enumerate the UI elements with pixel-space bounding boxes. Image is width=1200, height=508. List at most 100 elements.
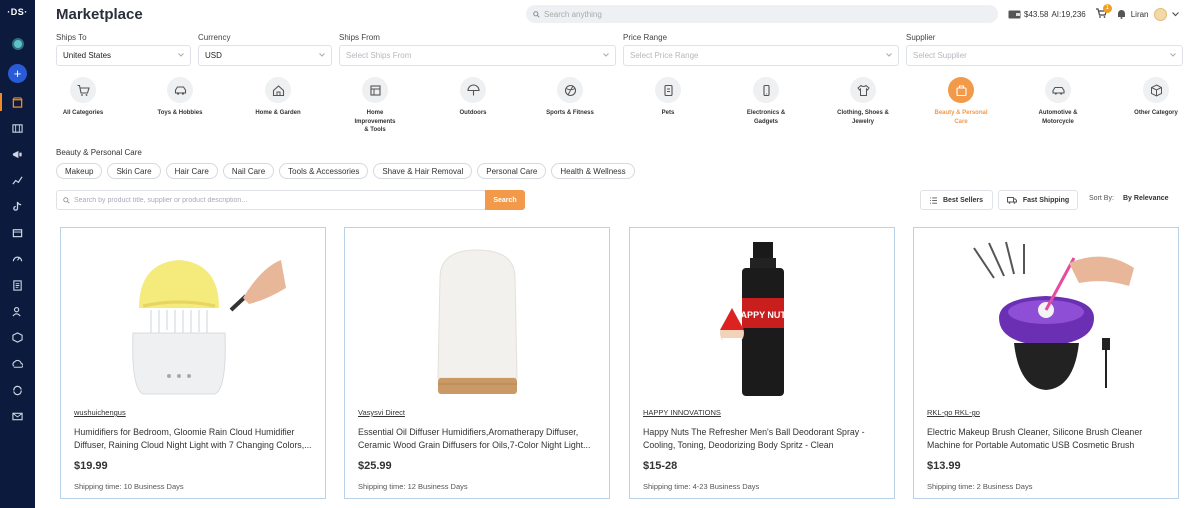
global-search-input[interactable] [544, 9, 944, 19]
chip-tools-accessories[interactable]: Tools & Accessories [279, 163, 369, 179]
svg-text:HAPPY NUTS: HAPPY NUTS [734, 310, 792, 320]
user-name: Liran [1130, 9, 1149, 19]
orders-icon[interactable] [9, 277, 26, 294]
fast-shipping-label: Fast Shipping [1022, 196, 1070, 204]
product-image[interactable]: HAPPY NUTS [650, 238, 875, 400]
balance: $43.58 [1024, 9, 1049, 19]
pet-icon [655, 77, 681, 103]
currency-select[interactable]: USD [198, 45, 332, 66]
category-pets[interactable]: Pets [631, 77, 705, 118]
category-outdoors[interactable]: Outdoors [436, 77, 510, 118]
workspace-icon[interactable] [9, 35, 26, 52]
chip-hair-care[interactable]: Hair Care [165, 163, 218, 179]
chip-health-wellness[interactable]: Health & Wellness [551, 163, 635, 179]
product-supplier[interactable]: wushuichengus [74, 408, 126, 417]
chip-personal-care[interactable]: Personal Care [477, 163, 547, 179]
chip-makeup[interactable]: Makeup [56, 163, 103, 179]
product-price: $13.99 [927, 460, 961, 472]
upload-icon[interactable] [9, 356, 26, 373]
product-search[interactable] [56, 190, 486, 210]
product-supplier[interactable]: RKL-go RKL-go [927, 408, 980, 417]
app-logo[interactable]: ·DS· [0, 7, 35, 17]
ships-from-select[interactable]: Select Ships From [339, 45, 616, 66]
supplier-select[interactable]: Select Supplier [906, 45, 1183, 66]
product-title[interactable]: Happy Nuts The Refresher Men's Ball Deod… [643, 426, 881, 451]
catalog-icon[interactable] [9, 120, 26, 137]
price-range-placeholder: Select Price Range [630, 51, 699, 60]
category-beauty[interactable]: Beauty & Personal Care [924, 77, 998, 126]
fast-shipping-button[interactable]: Fast Shipping [998, 190, 1078, 210]
wallet-icon [1008, 10, 1021, 19]
chevron-down-icon [1170, 53, 1176, 57]
category-other[interactable]: Other Category [1119, 77, 1193, 118]
analytics-icon[interactable] [9, 172, 26, 189]
user-icon[interactable] [9, 303, 26, 320]
category-home-improvements[interactable]: Home Improvements & Tools [338, 77, 412, 135]
product-image[interactable] [934, 238, 1159, 400]
shirt-icon [850, 77, 876, 103]
add-button[interactable]: + [8, 64, 27, 83]
subcategory-title: Beauty & Personal Care [56, 148, 142, 157]
chip-shave-hair-removal[interactable]: Shave & Hair Removal [373, 163, 473, 179]
store-icon[interactable] [9, 94, 26, 111]
product-image[interactable] [81, 238, 306, 400]
product-search-input[interactable] [74, 196, 474, 204]
box-icon[interactable] [9, 224, 26, 241]
sync-icon[interactable] [9, 382, 26, 399]
tools-icon [362, 77, 388, 103]
chevron-down-icon [319, 53, 325, 57]
chevron-down-icon [886, 53, 892, 57]
product-card[interactable]: wushuichengus Humidifiers for Bedroom, G… [60, 227, 326, 499]
best-sellers-label: Best Sellers [942, 196, 984, 204]
product-title[interactable]: Electric Makeup Brush Cleaner, Silicone … [927, 426, 1165, 451]
speed-icon[interactable] [9, 250, 26, 267]
chevron-down-icon[interactable] [1171, 11, 1179, 17]
house-icon [265, 77, 291, 103]
sort-select[interactable]: By Relevance [1123, 195, 1169, 202]
product-title[interactable]: Essential Oil Diffuser Humidifiers,Aroma… [358, 426, 596, 451]
user-menu[interactable]: Liran [1117, 7, 1179, 21]
global-search[interactable] [526, 5, 998, 23]
product-price: $25.99 [358, 460, 392, 472]
category-all[interactable]: All Categories [46, 77, 120, 118]
phone-icon [753, 77, 779, 103]
category-toys[interactable]: Toys & Hobbies [143, 77, 217, 118]
product-card[interactable]: RKL-go RKL-go Electric Makeup Brush Clea… [913, 227, 1179, 499]
mail-icon[interactable] [9, 408, 26, 425]
category-electronics[interactable]: Electronics & Gadgets [729, 77, 803, 126]
category-home-garden[interactable]: Home & Garden [241, 77, 315, 118]
category-label: Automotive & Motorcycle [1038, 110, 1078, 125]
category-clothing[interactable]: Clothing, Shoes & Jewelry [826, 77, 900, 126]
cart[interactable]: 1 [1095, 4, 1112, 20]
product-price: $15-28 [643, 460, 678, 472]
ships-to-value: United States [63, 51, 112, 60]
chip-nail-care[interactable]: Nail Care [222, 163, 275, 179]
product-supplier[interactable]: Vasysvi Direct [358, 408, 405, 417]
product-card[interactable]: Vasysvi Direct Essential Oil Diffuser Hu… [344, 227, 610, 499]
product-image[interactable] [365, 238, 590, 400]
package-icon[interactable] [9, 329, 26, 346]
product-title[interactable]: Humidifiers for Bedroom, Gloomie Rain Cl… [74, 426, 312, 451]
ships-from-label: Ships From [339, 33, 380, 42]
tiktok-icon[interactable] [9, 198, 26, 215]
product-card[interactable]: HAPPY NUTS HAPPY INNOVATIONS Happy Nuts … [629, 227, 895, 499]
category-automotive[interactable]: Automotive & Motorcycle [1021, 77, 1095, 126]
price-range-select[interactable]: Select Price Range [623, 45, 899, 66]
avatar[interactable] [1153, 7, 1167, 21]
product-supplier[interactable]: HAPPY INNOVATIONS [643, 408, 721, 417]
price-range-label: Price Range [623, 33, 668, 42]
ships-to-select[interactable]: United States [56, 45, 191, 66]
search-button[interactable]: Search [485, 190, 525, 210]
best-sellers-button[interactable]: Best Sellers [920, 190, 993, 210]
currency-value: USD [205, 51, 222, 60]
wallet[interactable]: $43.58 AI:19,236 [1008, 9, 1086, 19]
megaphone-icon[interactable] [9, 146, 26, 163]
product-price: $19.99 [74, 460, 108, 472]
category-sports[interactable]: Sports & Fitness [533, 77, 607, 118]
chip-skin-care[interactable]: Skin Care [107, 163, 161, 179]
supplier-label: Supplier [906, 33, 936, 42]
beauty-icon [948, 77, 974, 103]
cart-badge: 1 [1102, 4, 1112, 13]
ai-credits: AI:19,236 [1051, 9, 1086, 19]
category-label: Other Category [1134, 110, 1178, 116]
